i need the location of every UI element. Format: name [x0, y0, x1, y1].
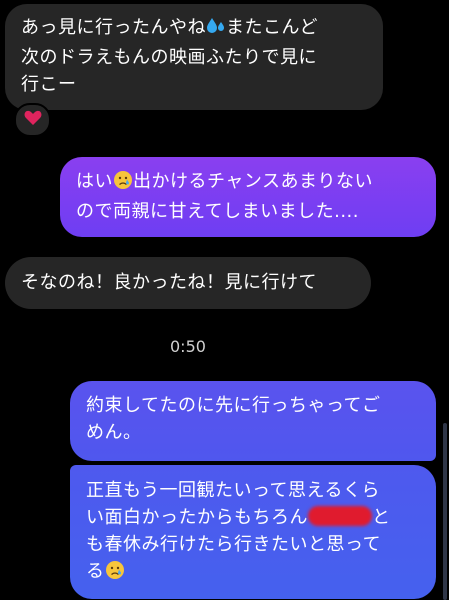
incoming-message-bubble[interactable]: あっ見に行ったんやね またこんど 次のドラえもんの映画ふたりで見に 行こー [5, 4, 383, 110]
message-text: はい [76, 171, 113, 192]
message-text: ので両親に甘えてしまいました.... [76, 201, 359, 222]
outgoing-message-bubble[interactable]: 正直もう一回観たいって思えるくら い面白かったからもちろん と も春休み行けたら行… [70, 465, 436, 599]
message-text: あっ見に行ったんやね [21, 17, 206, 38]
message-text: 正直もう一回観たいって思えるくら [86, 480, 381, 501]
outgoing-message-bubble[interactable]: はい 出かけるチャンスあまりない ので両親に甘えてしまいました.... [60, 157, 436, 237]
message-text: い面白かったからもちろん [86, 507, 308, 528]
message-text: と [372, 507, 391, 528]
message-text: る [86, 561, 105, 582]
reaction-badge[interactable] [14, 103, 51, 137]
sweat-droplets-icon [206, 16, 226, 44]
timestamp: 0:50 [170, 337, 206, 356]
message-text: 出かけるチャンスあまりない [133, 171, 373, 192]
incoming-message-bubble[interactable]: そなのね！良かったね！見に行けて [5, 257, 371, 309]
message-text: またこんど [226, 17, 318, 38]
heart-icon [24, 110, 42, 130]
crying-face-icon [105, 560, 125, 588]
outgoing-message-bubble[interactable]: 約束してたのに先に行っちゃってご めん。 [70, 381, 436, 461]
message-text: も春休み行けたら行きたいと思って [86, 534, 382, 555]
message-text: 行こー [21, 74, 77, 95]
scrollbar[interactable] [443, 423, 447, 600]
message-text: 約束してたのに先に行っちゃってご [86, 395, 381, 416]
crying-face-icon [113, 170, 133, 198]
message-text: めん。 [86, 422, 142, 443]
message-text: 次のドラえもんの映画ふたりで見に [21, 47, 317, 68]
redaction-mark [308, 506, 372, 526]
message-text: そなのね！良かったね！見に行けて [21, 272, 317, 293]
